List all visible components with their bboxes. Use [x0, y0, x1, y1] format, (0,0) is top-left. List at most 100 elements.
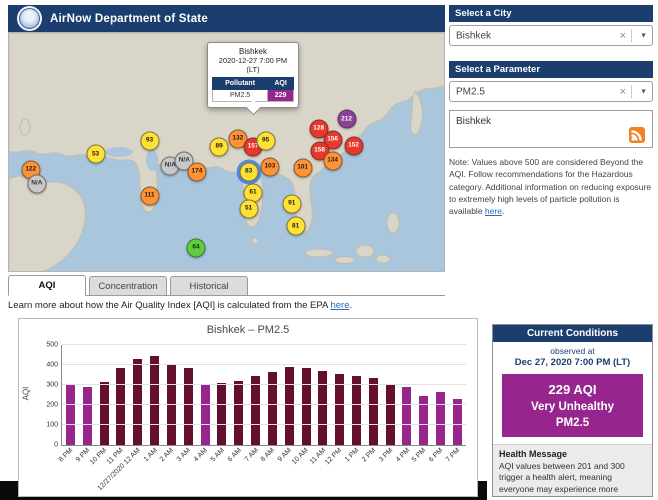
map-marker-174[interactable]: 174 [187, 162, 206, 181]
chart-bar-3-pm[interactable] [386, 384, 395, 445]
city-select[interactable]: Bishkek × ▼ [449, 25, 653, 46]
map-marker-51[interactable]: 51 [239, 199, 258, 218]
city-clear-icon[interactable]: × [620, 30, 626, 42]
chart-bar-5-am[interactable] [217, 383, 226, 445]
chart-bar-12-27-2020-12-am[interactable] [133, 359, 142, 445]
chart-bar-10-am[interactable] [302, 368, 311, 445]
bar-slot [281, 345, 298, 445]
map-marker-83[interactable]: 83 [239, 162, 258, 181]
chart-bar-1-am[interactable] [150, 356, 159, 445]
chart-bar-2-am[interactable] [167, 365, 176, 445]
map-marker-n-a[interactable]: N/A [27, 175, 46, 194]
x-tick-label: 3 AM [176, 447, 192, 463]
map-marker-212[interactable]: 212 [337, 110, 356, 129]
chart-bar-11-am[interactable] [318, 371, 327, 445]
chart-bar-4-pm[interactable] [402, 387, 411, 445]
bar-slot [399, 345, 416, 445]
learn-more-link[interactable]: here [330, 300, 349, 311]
map-marker-101[interactable]: 101 [293, 158, 312, 177]
tab-aqi[interactable]: AQI [8, 275, 86, 296]
y-tick-label: 0 [54, 442, 58, 449]
x-tick-slot: 9 PM [78, 446, 95, 494]
map-marker-134[interactable]: 134 [323, 152, 342, 171]
map-marker-103[interactable]: 103 [261, 157, 280, 176]
chart-bar-7-pm[interactable] [453, 399, 462, 445]
chart-panel: Bishkek – PM2.5 AQI 0100200300400500 8 P… [18, 318, 478, 497]
island-japan [411, 91, 423, 135]
aqi-map[interactable]: 122N/A5393111N/AN/A174891321579583103615… [8, 32, 445, 272]
map-marker-111[interactable]: 111 [140, 186, 159, 205]
bar-slot [415, 345, 432, 445]
x-tick-label: 7 AM [243, 447, 259, 463]
x-tick-slot: 2 AM [162, 446, 179, 494]
chart-bar-9-pm[interactable] [83, 387, 92, 445]
popup-pollutant-value: PM2.5 [213, 90, 268, 102]
chart-bar-2-pm[interactable] [369, 378, 378, 445]
x-tick-slot: 8 PM [61, 446, 78, 494]
tab-historical[interactable]: Historical [170, 276, 248, 295]
chart-bar-8-am[interactable] [268, 372, 277, 445]
map-marker-89[interactable]: 89 [210, 138, 229, 157]
gridline [62, 344, 466, 345]
map-marker-95[interactable]: 95 [256, 132, 275, 151]
bar-slot [180, 345, 197, 445]
x-axis-labels: 8 PM9 PM10 PM11 PM12/27/2020 12 AM1 AM2 … [61, 446, 465, 494]
parameter-caret-icon[interactable]: ▼ [640, 88, 647, 95]
note-link[interactable]: here [485, 206, 502, 216]
chart-bar-9-am[interactable] [285, 367, 294, 445]
x-tick-label: 1 AM [142, 447, 158, 463]
aqi-category: Very Unhealthy [504, 401, 641, 413]
chart-bar-10-pm[interactable] [100, 382, 109, 445]
popup-aqi-value: 229 [268, 90, 294, 102]
bar-slot [213, 345, 230, 445]
map-marker-53[interactable]: 53 [86, 145, 105, 164]
parameter-clear-icon[interactable]: × [620, 86, 626, 98]
gridline [62, 424, 466, 425]
current-conditions-title: Current Conditions [493, 325, 652, 342]
chart-bar-8-pm[interactable] [66, 385, 75, 445]
x-tick-label: 4 AM [193, 447, 209, 463]
chart-bar-4-am[interactable] [201, 385, 210, 445]
gridline [62, 404, 466, 405]
bar-slot [348, 345, 365, 445]
x-tick-slot: 4 PM [398, 446, 415, 494]
chart-bar-1-pm[interactable] [352, 376, 361, 445]
x-tick-label: 8 PM [58, 447, 75, 464]
aqi-pollutant: PM2.5 [504, 417, 641, 429]
learn-more-prefix: Learn more about how the Air Quality Ind… [8, 300, 330, 311]
sea-black [105, 147, 133, 157]
map-marker-152[interactable]: 152 [344, 137, 363, 156]
observed-at-value: Dec 27, 2020 7:00 PM (LT) [493, 357, 652, 368]
island-sulawesi [376, 255, 390, 263]
rss-icon[interactable] [629, 127, 645, 143]
tab-concentration[interactable]: Concentration [89, 276, 167, 295]
x-tick-slot: 10 AM [297, 446, 314, 494]
map-marker-64[interactable]: 64 [187, 239, 206, 258]
x-tick-slot: 8 AM [263, 446, 280, 494]
city-caret-icon[interactable]: ▼ [640, 32, 647, 39]
current-conditions-panel: Current Conditions observed at Dec 27, 2… [492, 324, 653, 497]
health-message-title: Health Message [499, 449, 646, 459]
aqi-summary-box: 229 AQI Very Unhealthy PM2.5 [502, 374, 643, 437]
bar-slot [432, 345, 449, 445]
parameter-select[interactable]: PM2.5 × ▼ [449, 81, 653, 102]
chart-bar-7-am[interactable] [251, 376, 260, 445]
map-marker-93[interactable]: 93 [140, 132, 159, 151]
chart-title: Bishkek – PM2.5 [19, 324, 477, 336]
x-tick-slot: 5 AM [212, 446, 229, 494]
chart-bar-6-am[interactable] [234, 381, 243, 445]
select-city-header: Select a City [449, 5, 653, 22]
x-tick-slot: 9 AM [280, 446, 297, 494]
map-marker-81[interactable]: 81 [286, 217, 305, 236]
rss-feed-label: Bishkek [456, 116, 491, 127]
bar-slot [230, 345, 247, 445]
chart-bar-3-am[interactable] [184, 368, 193, 445]
popup-col-pollutant: Pollutant [213, 78, 268, 90]
x-tick-label: 4 PM [394, 447, 411, 464]
observed-at: observed at Dec 27, 2020 7:00 PM (LT) [493, 342, 652, 368]
map-marker-91[interactable]: 91 [282, 194, 301, 213]
x-tick-label: 2 AM [159, 447, 175, 463]
x-tick-slot: 12/27/2020 12 AM [128, 446, 145, 494]
chart-bar-6-pm[interactable] [436, 392, 445, 445]
chart-bar-11-pm[interactable] [116, 368, 125, 445]
